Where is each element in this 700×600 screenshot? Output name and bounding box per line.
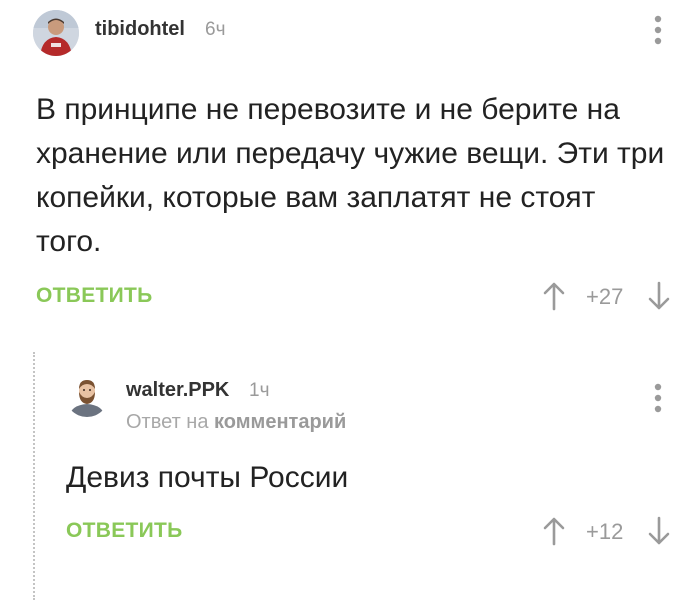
upvote-arrow-icon[interactable] (540, 516, 568, 546)
reply-button[interactable]: ОТВЕТИТЬ (66, 519, 183, 543)
downvote-arrow-icon[interactable] (645, 281, 673, 311)
more-vertical-icon[interactable] (648, 382, 668, 414)
reply-to-prefix: Ответ на (126, 411, 209, 433)
comment-text: В принципе не перевозите и не берите на … (36, 93, 665, 258)
avatar[interactable] (33, 10, 79, 56)
reply-to-note: Ответ на комментарий (126, 411, 346, 434)
timestamp: 1ч (249, 380, 270, 401)
username[interactable]: walter.PPK (126, 379, 229, 402)
thread-line[interactable] (33, 352, 35, 600)
rating-score: +27 (586, 284, 624, 309)
rating-score: +12 (586, 519, 624, 544)
avatar[interactable] (65, 373, 109, 417)
upvote-arrow-icon[interactable] (540, 281, 568, 311)
username[interactable]: tibidohtel (95, 18, 185, 41)
comment-text: Девиз почты России (66, 461, 349, 494)
reply-to-link[interactable]: комментарий (214, 411, 346, 433)
user-photo-avatar-icon (33, 10, 79, 56)
bearded-man-avatar-icon (65, 373, 109, 417)
comments-page: tibidohtel 6ч В принципе не перевозите и… (0, 0, 700, 600)
more-vertical-icon[interactable] (648, 14, 668, 46)
timestamp: 6ч (205, 19, 226, 40)
reply-button[interactable]: ОТВЕТИТЬ (36, 284, 153, 308)
downvote-arrow-icon[interactable] (645, 516, 673, 546)
